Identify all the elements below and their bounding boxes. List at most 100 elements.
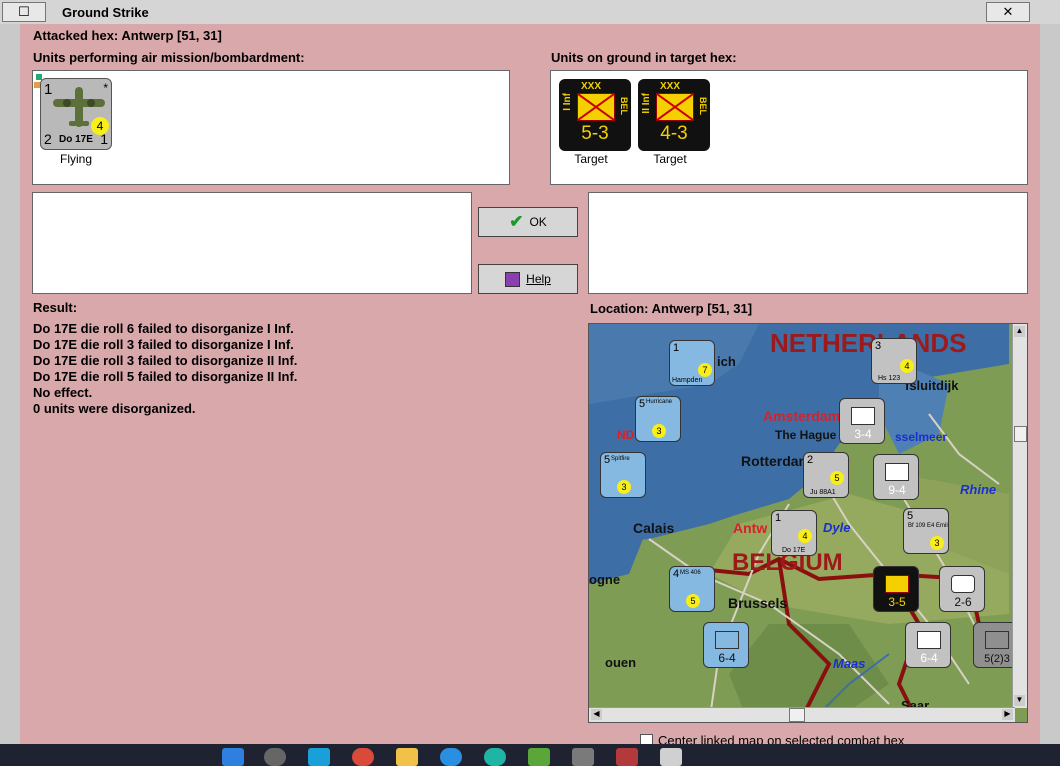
map-air-counter[interactable]: 5 3 Hurricane: [635, 396, 681, 442]
map-label-maas: Maas: [833, 656, 866, 671]
map-ground-counter[interactable]: 2-6: [939, 566, 985, 612]
counter-badge: 3: [652, 424, 666, 438]
game-app-icon[interactable]: [660, 748, 682, 766]
right-border: [1040, 24, 1060, 744]
map-label-ouen: ouen: [605, 655, 637, 670]
scroll-up-icon[interactable]: ▲: [1014, 326, 1025, 337]
map-ground-counter[interactable]: 9-4: [873, 454, 919, 500]
ok-button[interactable]: ✔ OK: [478, 207, 578, 237]
map-label-rotterdam: Rotterdam: [741, 453, 812, 469]
map-label-hague: The Hague: [775, 428, 837, 442]
scroll-down-icon[interactable]: ▼: [1014, 695, 1025, 706]
taskbar: [0, 744, 1060, 766]
counter-badge: 4: [900, 359, 914, 373]
map-air-counter[interactable]: 5 3 Spitfire: [600, 452, 646, 498]
map-label-calais: Calais: [633, 520, 675, 536]
ground-unit-counter[interactable]: XXX II Inf BEL 4-3: [638, 79, 710, 151]
counter-name: Bf 109 E4 Emil: [908, 523, 948, 529]
air-unit-name: Do 17E: [59, 134, 93, 145]
ground-unit-size: XXX: [660, 81, 681, 92]
map-label-zwich: ich: [717, 354, 736, 369]
map-ground-counter[interactable]: 6-4: [905, 622, 951, 668]
map-label-nd: ND: [617, 428, 635, 442]
air-unit-bottom-left: 2: [44, 131, 52, 147]
map-air-counter[interactable]: 4 5 MS 406: [669, 566, 715, 612]
map-ground-counter[interactable]: 3-4: [839, 398, 885, 444]
air-units-panel: 1 * 4 2 Do 17E 1 Flying: [32, 70, 510, 185]
ground-detail-panel: [588, 192, 1028, 294]
counter-badge: 4: [798, 529, 812, 543]
map-air-counter[interactable]: 1 7 Hampden: [669, 340, 715, 386]
counter-badge: 3: [617, 480, 631, 494]
counter-value: 5: [604, 454, 611, 466]
counter-strength: 9-4: [888, 483, 906, 497]
map-air-counter[interactable]: 2 5 Ju 88A1: [803, 452, 849, 498]
air-unit-counter[interactable]: 1 * 4 2 Do 17E 1: [34, 74, 112, 150]
infantry-icon: [656, 93, 694, 121]
help-app-icon[interactable]: [440, 748, 462, 766]
result-line: No effect.: [33, 385, 93, 400]
ground-unit-counter[interactable]: XXX I Inf BEL 5-3: [559, 79, 631, 151]
browser-icon[interactable]: [352, 748, 374, 766]
counter-value: 1: [673, 342, 680, 354]
counter-name: Hurricane: [646, 399, 673, 405]
result-line: Do 17E die roll 3 failed to disorganize …: [33, 337, 294, 352]
app-icon[interactable]: [572, 748, 594, 766]
scroll-left-icon[interactable]: ◀: [591, 709, 602, 720]
infantry-icon: [917, 631, 941, 649]
ok-button-label: OK: [529, 215, 547, 229]
ground-unit-nation: BEL: [698, 97, 708, 115]
app-icon[interactable]: [616, 748, 638, 766]
scroll-right-icon[interactable]: ▶: [1002, 709, 1013, 720]
counter-strength: 6-4: [920, 651, 938, 665]
task-view-icon[interactable]: [308, 748, 330, 766]
map-air-counter[interactable]: 3 4 Hs 123: [871, 338, 917, 384]
infantry-icon: [885, 463, 909, 481]
vertical-scroll-thumb[interactable]: [1014, 426, 1027, 442]
search-icon[interactable]: [264, 748, 286, 766]
map-label-amsterdam: Amsterdam: [763, 408, 841, 424]
counter-value: 4: [673, 568, 680, 580]
air-unit-status: Flying: [59, 152, 92, 166]
map-air-counter[interactable]: 5 3 Bf 109 E4 Emil: [903, 508, 949, 554]
counter-name: Spitfire: [611, 456, 630, 462]
app-icon[interactable]: [484, 748, 506, 766]
location-label: Location: Antwerp [51, 31]: [590, 301, 753, 316]
help-button[interactable]: Help: [478, 264, 578, 294]
ground-unit-status: Target: [574, 152, 608, 166]
ground-units-panel: XXX I Inf BEL 5-3 Target XXX II Inf BEL …: [550, 70, 1028, 185]
air-units-label: Units performing air mission/bombardment…: [33, 50, 305, 65]
map-air-counter[interactable]: 1 4 Do 17E: [771, 510, 817, 556]
counter-value: 1: [775, 512, 782, 524]
map-horizontal-scrollbar[interactable]: ◀ ▶: [589, 707, 1015, 722]
result-line: Do 17E die roll 5 failed to disorganize …: [33, 369, 298, 384]
app-icon[interactable]: [528, 748, 550, 766]
map-ground-counter[interactable]: 6-4: [703, 622, 749, 668]
air-detail-panel: [32, 192, 472, 294]
ground-unit-strength: 4-3: [660, 123, 688, 144]
air-unit-bottom-right: 1: [100, 131, 108, 147]
counter-strength: 3-5: [888, 595, 906, 609]
windows-start-icon[interactable]: [222, 748, 244, 766]
result-line: Do 17E die roll 6 failed to disorganize …: [33, 321, 294, 336]
ground-unit-nation: BEL: [619, 97, 629, 115]
map-label-brussels: Brussels: [728, 595, 788, 611]
title-bar: ☐ Ground Strike ✕: [0, 0, 1060, 25]
horizontal-scroll-thumb[interactable]: [789, 708, 805, 722]
ground-units-label: Units on ground in target hex:: [551, 50, 737, 65]
left-border: [0, 24, 20, 744]
folder-icon[interactable]: [396, 748, 418, 766]
counter-name: Hs 123: [878, 375, 901, 382]
system-menu-button[interactable]: ☐: [2, 2, 46, 22]
infantry-icon: [577, 93, 615, 121]
ground-unit-name: II Inf: [641, 93, 652, 114]
linked-map[interactable]: NETHERLANDS BELGIUM Amsterdam The Hague …: [588, 323, 1028, 723]
map-vertical-scrollbar[interactable]: ▲ ▼: [1012, 324, 1027, 708]
map-ground-counter[interactable]: 3-5: [873, 566, 919, 612]
map-label-rhine: Rhine: [960, 482, 997, 497]
checkmark-icon: ✔: [509, 212, 524, 231]
result-label: Result:: [33, 300, 78, 315]
counter-badge: 7: [698, 363, 712, 377]
armor-icon: [951, 575, 975, 593]
close-button[interactable]: ✕: [986, 2, 1030, 22]
